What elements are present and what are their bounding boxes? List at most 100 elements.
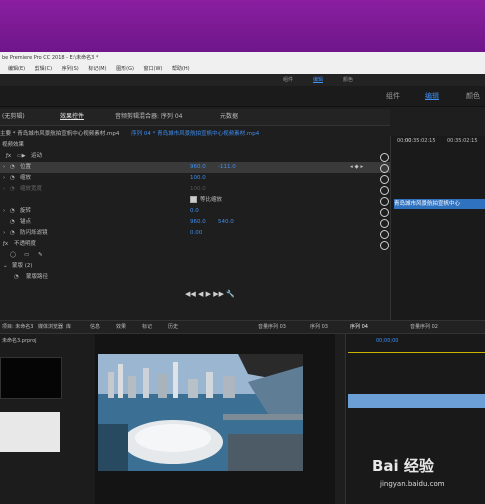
position-row: › ◔ 位置 960.0 -111.0 ◂ ◆ ▸ xyxy=(0,162,390,173)
menu-edit[interactable]: 编辑(E) xyxy=(8,66,25,72)
anchor-reset-icon[interactable] xyxy=(380,219,389,228)
flicker-value[interactable]: 0.00 xyxy=(190,228,202,239)
effect-controls-header: 主要 * 青岛城市风景航拍宣帆中心视频素材.mp4 序列 04 * 青岛城市风景… xyxy=(0,128,390,140)
rotation-row: › ◔ 旋转 0.0 xyxy=(0,206,390,217)
expand-icon[interactable]: › xyxy=(3,228,5,239)
expand-icon[interactable]: › xyxy=(3,162,5,173)
scale-row: › ◔ 缩放 100.0 xyxy=(0,173,390,184)
sequence-clip-label[interactable]: 序列 04 * 青岛城市风景航拍宣帆中心视频素材.mp4 xyxy=(131,131,259,137)
scale-width-row: › ◔ 缩放宽度 100.0 xyxy=(0,184,390,195)
panel-tabs: (无剪辑) 效果控件 音频剪辑混合器: 序列 04 元数据 xyxy=(0,109,390,126)
rotation-value[interactable]: 0.0 xyxy=(190,206,199,217)
stopwatch-icon[interactable]: ◔ xyxy=(10,162,15,173)
rotation-reset-icon[interactable] xyxy=(380,208,389,217)
pen-mask-icon[interactable]: ✎ xyxy=(38,250,43,261)
video-preview[interactable] xyxy=(98,354,303,471)
menu-help[interactable]: 帮助(H) xyxy=(172,66,190,72)
mask-group-label[interactable]: 蒙版 (2) xyxy=(12,261,33,272)
workspace-tabs: 组件 编辑 颜色 xyxy=(0,86,485,107)
uniform-reset-icon[interactable] xyxy=(380,197,389,206)
tab-audio-mixer[interactable]: 音频剪辑混合器: 序列 04 xyxy=(115,109,182,125)
clip-thumbnail-dark[interactable] xyxy=(0,357,62,399)
fx-icon: ƒx xyxy=(6,153,12,159)
position-y-value[interactable]: -111.0 xyxy=(218,162,236,173)
project-file: 未命名3.prproj xyxy=(2,338,37,344)
ellipse-mask-icon[interactable]: ◯ xyxy=(10,250,16,261)
menu-sequence[interactable]: 序列(S) xyxy=(62,66,79,72)
stopwatch-icon[interactable]: ◔ xyxy=(14,272,19,283)
mini-timeline-clip[interactable]: 青岛城市风景航拍宣帆中心 xyxy=(394,199,485,209)
anchor-y-value[interactable]: 540.0 xyxy=(218,217,234,228)
menu-graphics[interactable]: 图形(G) xyxy=(116,66,134,72)
scale-width-reset-icon[interactable] xyxy=(380,186,389,195)
tab-color-small[interactable]: 颜色 xyxy=(343,74,353,86)
tab-assembly-small[interactable]: 组件 xyxy=(283,74,293,86)
opacity-row: ƒx 不透明度 xyxy=(0,239,390,250)
expand-icon[interactable]: ⌄ xyxy=(3,261,8,272)
wrench-icon[interactable]: 🔧 xyxy=(226,290,235,298)
expand-icon[interactable]: › xyxy=(3,173,5,184)
stopwatch-icon[interactable]: ◔ xyxy=(10,217,15,228)
tab-seq-04[interactable]: 序列 04 xyxy=(350,321,368,333)
transform-icon: ▭▶ xyxy=(17,153,26,159)
motion-reset-icon[interactable] xyxy=(380,153,389,162)
menu-marker[interactable]: 标记(M) xyxy=(88,66,106,72)
tab-source[interactable]: (无剪辑) xyxy=(2,109,25,125)
time-ruler-1: 00:35:02:15 xyxy=(405,138,436,144)
anchor-row: ◔ 锚点 960.0 540.0 xyxy=(0,217,390,228)
tab-assembly[interactable]: 组件 xyxy=(386,86,400,106)
rect-mask-icon[interactable]: ▭ xyxy=(24,250,29,261)
tab-seq-03[interactable]: 序列 03 xyxy=(310,321,328,333)
opacity-label[interactable]: 不透明度 xyxy=(14,239,36,250)
tab-history[interactable]: 历史 xyxy=(168,321,178,333)
video-effects-row: 视频效果 xyxy=(0,140,390,151)
tab-effect-controls[interactable]: 效果控件 xyxy=(60,109,84,125)
expand-icon[interactable]: › xyxy=(3,184,5,195)
menu-clip[interactable]: 剪辑(C) xyxy=(35,66,52,72)
tab-project[interactable]: 项目: 未命名3 xyxy=(2,321,33,333)
tab-seq-vol-03[interactable]: 音量序列 03 xyxy=(258,321,286,333)
keyframe-nav-icon[interactable]: ◂ ◆ ▸ xyxy=(350,162,363,173)
opacity-reset-icon[interactable] xyxy=(380,241,389,250)
stopwatch-icon[interactable]: ◔ xyxy=(10,184,15,195)
mask-path-row: ◔ 蒙版路径 xyxy=(0,272,390,283)
work-area-bar[interactable] xyxy=(348,352,485,353)
tab-color[interactable]: 颜色 xyxy=(466,86,480,106)
anchor-x-value[interactable]: 960.0 xyxy=(190,217,206,228)
anchor-label: 锚点 xyxy=(20,219,32,225)
tab-info[interactable]: 信息 xyxy=(90,321,100,333)
step-back-icon[interactable]: ◀◀ xyxy=(185,290,196,298)
stopwatch-icon[interactable]: ◔ xyxy=(10,173,15,184)
menu-window[interactable]: 窗口(W) xyxy=(144,66,163,72)
scale-label: 缩放 xyxy=(20,175,32,181)
expand-icon[interactable]: › xyxy=(3,206,5,217)
clip-thumbnail-white[interactable] xyxy=(0,412,60,452)
motion-label[interactable]: 运动 xyxy=(31,151,42,162)
mask-group-row: ⌄ 蒙版 (2) xyxy=(0,261,390,272)
scale-reset-icon[interactable] xyxy=(380,175,389,184)
timeline-timecode: 00;00;00 xyxy=(376,338,399,344)
back-icon[interactable]: ◀ xyxy=(198,290,203,298)
tab-editing-small[interactable]: 编辑 xyxy=(313,74,323,86)
tab-effects[interactable]: 效果 xyxy=(116,321,126,333)
tab-markers[interactable]: 标记 xyxy=(142,321,152,333)
stopwatch-icon[interactable]: ◔ xyxy=(10,206,15,217)
position-reset-icon[interactable] xyxy=(380,164,389,173)
motion-row: ƒx ▭▶ 运动 xyxy=(0,151,390,162)
tab-libraries[interactable]: 库 xyxy=(66,321,71,333)
tab-metadata[interactable]: 元数据 xyxy=(220,109,238,125)
uniform-scale-checkbox[interactable] xyxy=(190,195,197,206)
position-x-value[interactable]: 960.0 xyxy=(190,162,206,173)
flicker-reset-icon[interactable] xyxy=(380,230,389,239)
city-aerial-image xyxy=(98,354,303,471)
tab-media-browser[interactable]: 媒体浏览器 xyxy=(38,321,63,333)
tab-seq-vol-02[interactable]: 音量序列 02 xyxy=(410,321,438,333)
scale-width-value: 100.0 xyxy=(190,186,206,192)
forward-icon[interactable]: ▶▶ xyxy=(213,290,224,298)
tab-editing[interactable]: 编辑 xyxy=(425,86,439,106)
stopwatch-icon[interactable]: ◔ xyxy=(10,228,15,239)
timeline-clip[interactable] xyxy=(348,394,485,408)
play-icon[interactable]: ▶ xyxy=(206,290,211,298)
scale-value[interactable]: 100.0 xyxy=(190,173,206,184)
master-clip-label[interactable]: 主要 * 青岛城市风景航拍宣帆中心视频素材.mp4 xyxy=(0,131,119,137)
